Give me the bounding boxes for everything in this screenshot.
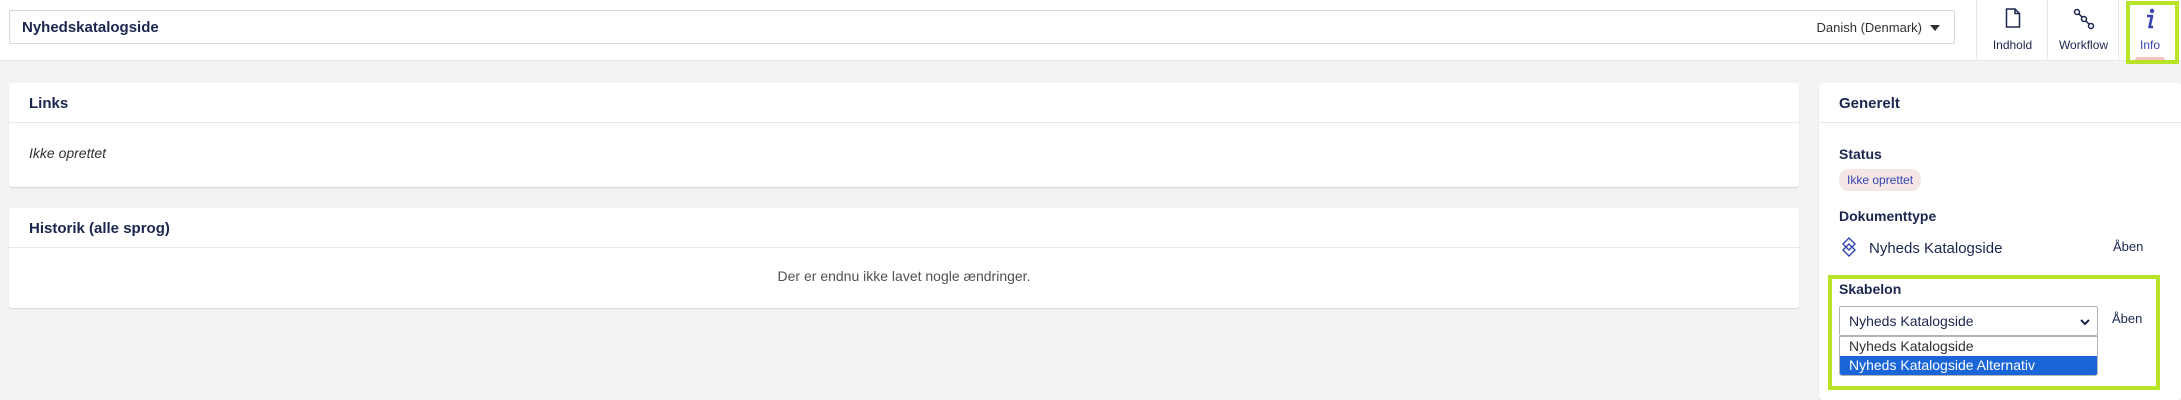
- language-selector[interactable]: Danish (Denmark): [1817, 20, 1940, 35]
- links-empty-text: Ikke oprettet: [29, 145, 107, 161]
- workflow-icon: [2048, 8, 2119, 32]
- node-name: Nyhedskatalogside: [22, 19, 159, 36]
- document-icon: [1977, 8, 2048, 32]
- document-type-icon: [1841, 237, 1857, 257]
- doctype-label: Dokumenttype: [1839, 208, 1937, 224]
- general-title: Generelt: [1819, 83, 2181, 123]
- links-title: Links: [9, 83, 1799, 123]
- node-name-field[interactable]: Nyhedskatalogside Danish (Denmark): [9, 10, 1955, 44]
- caret-down-icon: [1930, 24, 1940, 31]
- open-doctype-button[interactable]: Åben: [2113, 239, 2143, 254]
- app-tab-label: Workflow: [2058, 38, 2109, 52]
- editor-header: Nyhedskatalogside Danish (Denmark) Indho…: [0, 0, 2181, 61]
- app-tab-workflow[interactable]: Workflow: [2047, 0, 2119, 60]
- history-title: Historik (alle sprog): [9, 208, 1799, 248]
- highlight-box-template: [1828, 275, 2160, 390]
- links-card: Links Ikke oprettet: [9, 83, 1799, 187]
- app-tab-content[interactable]: Indhold: [1976, 0, 2048, 60]
- language-label: Danish (Denmark): [1816, 20, 1922, 35]
- history-card: Historik (alle sprog) Der er endnu ikke …: [9, 208, 1799, 308]
- highlight-box-info: [2126, 1, 2179, 64]
- status-badge: Ikke oprettet: [1839, 169, 1922, 191]
- history-empty-text: Der er endnu ikke lavet nogle ændringer.: [777, 268, 1031, 284]
- status-label: Status: [1839, 146, 1882, 162]
- doctype-name: Nyheds Katalogside: [1869, 240, 2003, 257]
- app-tab-label: Indhold: [1992, 38, 2033, 52]
